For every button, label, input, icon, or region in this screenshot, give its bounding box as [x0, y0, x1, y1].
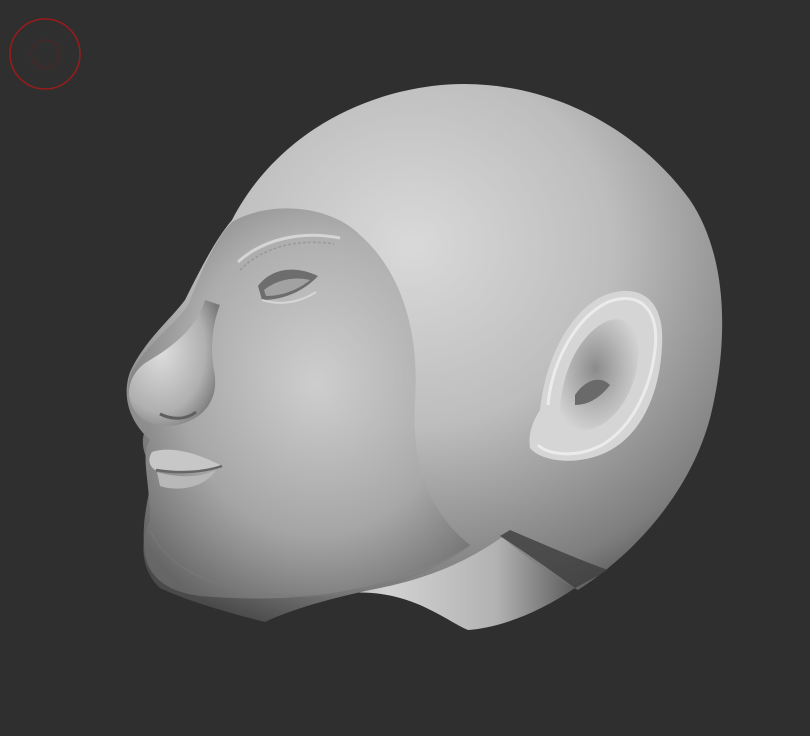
- sculpt-viewport[interactable]: [0, 0, 810, 736]
- brush-circle-icon: [9, 18, 81, 90]
- head-model[interactable]: [0, 0, 810, 736]
